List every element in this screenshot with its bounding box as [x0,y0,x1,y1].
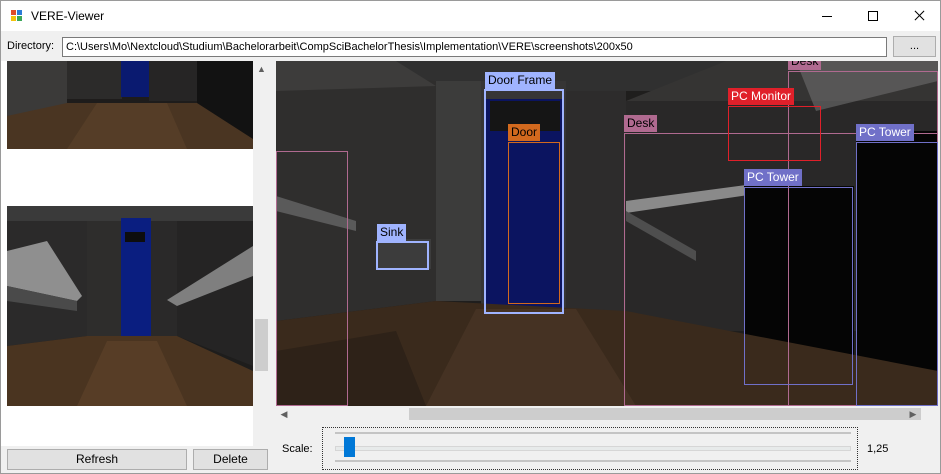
bbox-label: Door Frame [485,72,556,89]
bbox-label: PC Tower [744,169,802,186]
thumbnail-list[interactable]: ▲ [1,61,270,446]
slider-tick-line [335,432,851,434]
scroll-left-icon[interactable]: ◀ [276,406,292,422]
slider-track[interactable] [335,446,851,451]
delete-button[interactable]: Delete [193,449,268,470]
thumbnail-image[interactable] [7,61,253,149]
title-bar: VERE-Viewer [1,1,940,31]
minimize-button[interactable] [804,1,850,31]
bbox-label: PC Tower [856,124,914,141]
annotated-image-viewer[interactable]: Door Frame Door Desk Desk PC Monitor PC … [276,61,938,406]
refresh-button[interactable]: Refresh [7,449,187,470]
bbox-pc-tower[interactable]: PC Tower [856,124,938,406]
scale-slider[interactable] [322,427,858,470]
scroll-corner [921,406,938,422]
vertical-scrollbar[interactable]: ▲ [253,61,270,446]
bbox-label: Sink [377,224,407,241]
horizontal-scrollbar[interactable]: ◀ ▶ [276,406,921,422]
scroll-thumb[interactable] [255,319,268,371]
directory-label: Directory: [7,40,55,52]
bbox-label: PC Monitor [728,88,795,105]
maximize-button[interactable] [850,1,896,31]
slider-tick-line [335,460,851,462]
slider-handle[interactable] [344,437,355,457]
app-icon [11,10,23,22]
bbox-door[interactable]: Door [508,124,560,304]
scroll-up-icon[interactable]: ▲ [253,61,270,78]
scale-label: Scale: [282,443,313,455]
bbox-pc-tower[interactable]: PC Tower [744,169,853,385]
window-title: VERE-Viewer [31,9,105,23]
browse-button[interactable]: ... [893,36,936,57]
bbox-label: Desk [788,61,822,70]
scroll-right-icon[interactable]: ▶ [905,406,921,422]
close-button[interactable] [896,1,941,31]
thumbnail-image[interactable] [7,206,253,406]
bbox-pc-monitor[interactable]: PC Monitor [728,88,821,161]
bbox-sink[interactable]: Sink [376,224,429,270]
scroll-thumb[interactable] [409,408,921,420]
bbox-label: Door [508,124,541,141]
bbox-label: Desk [624,115,658,132]
app-window: VERE-Viewer Directory: C:\Users\Mo\Nextc… [0,0,941,474]
directory-field[interactable]: C:\Users\Mo\Nextcloud\Studium\Bachelorar… [62,37,887,57]
bbox-partial-desk[interactable] [276,151,348,406]
scale-value: 1,25 [867,443,889,455]
